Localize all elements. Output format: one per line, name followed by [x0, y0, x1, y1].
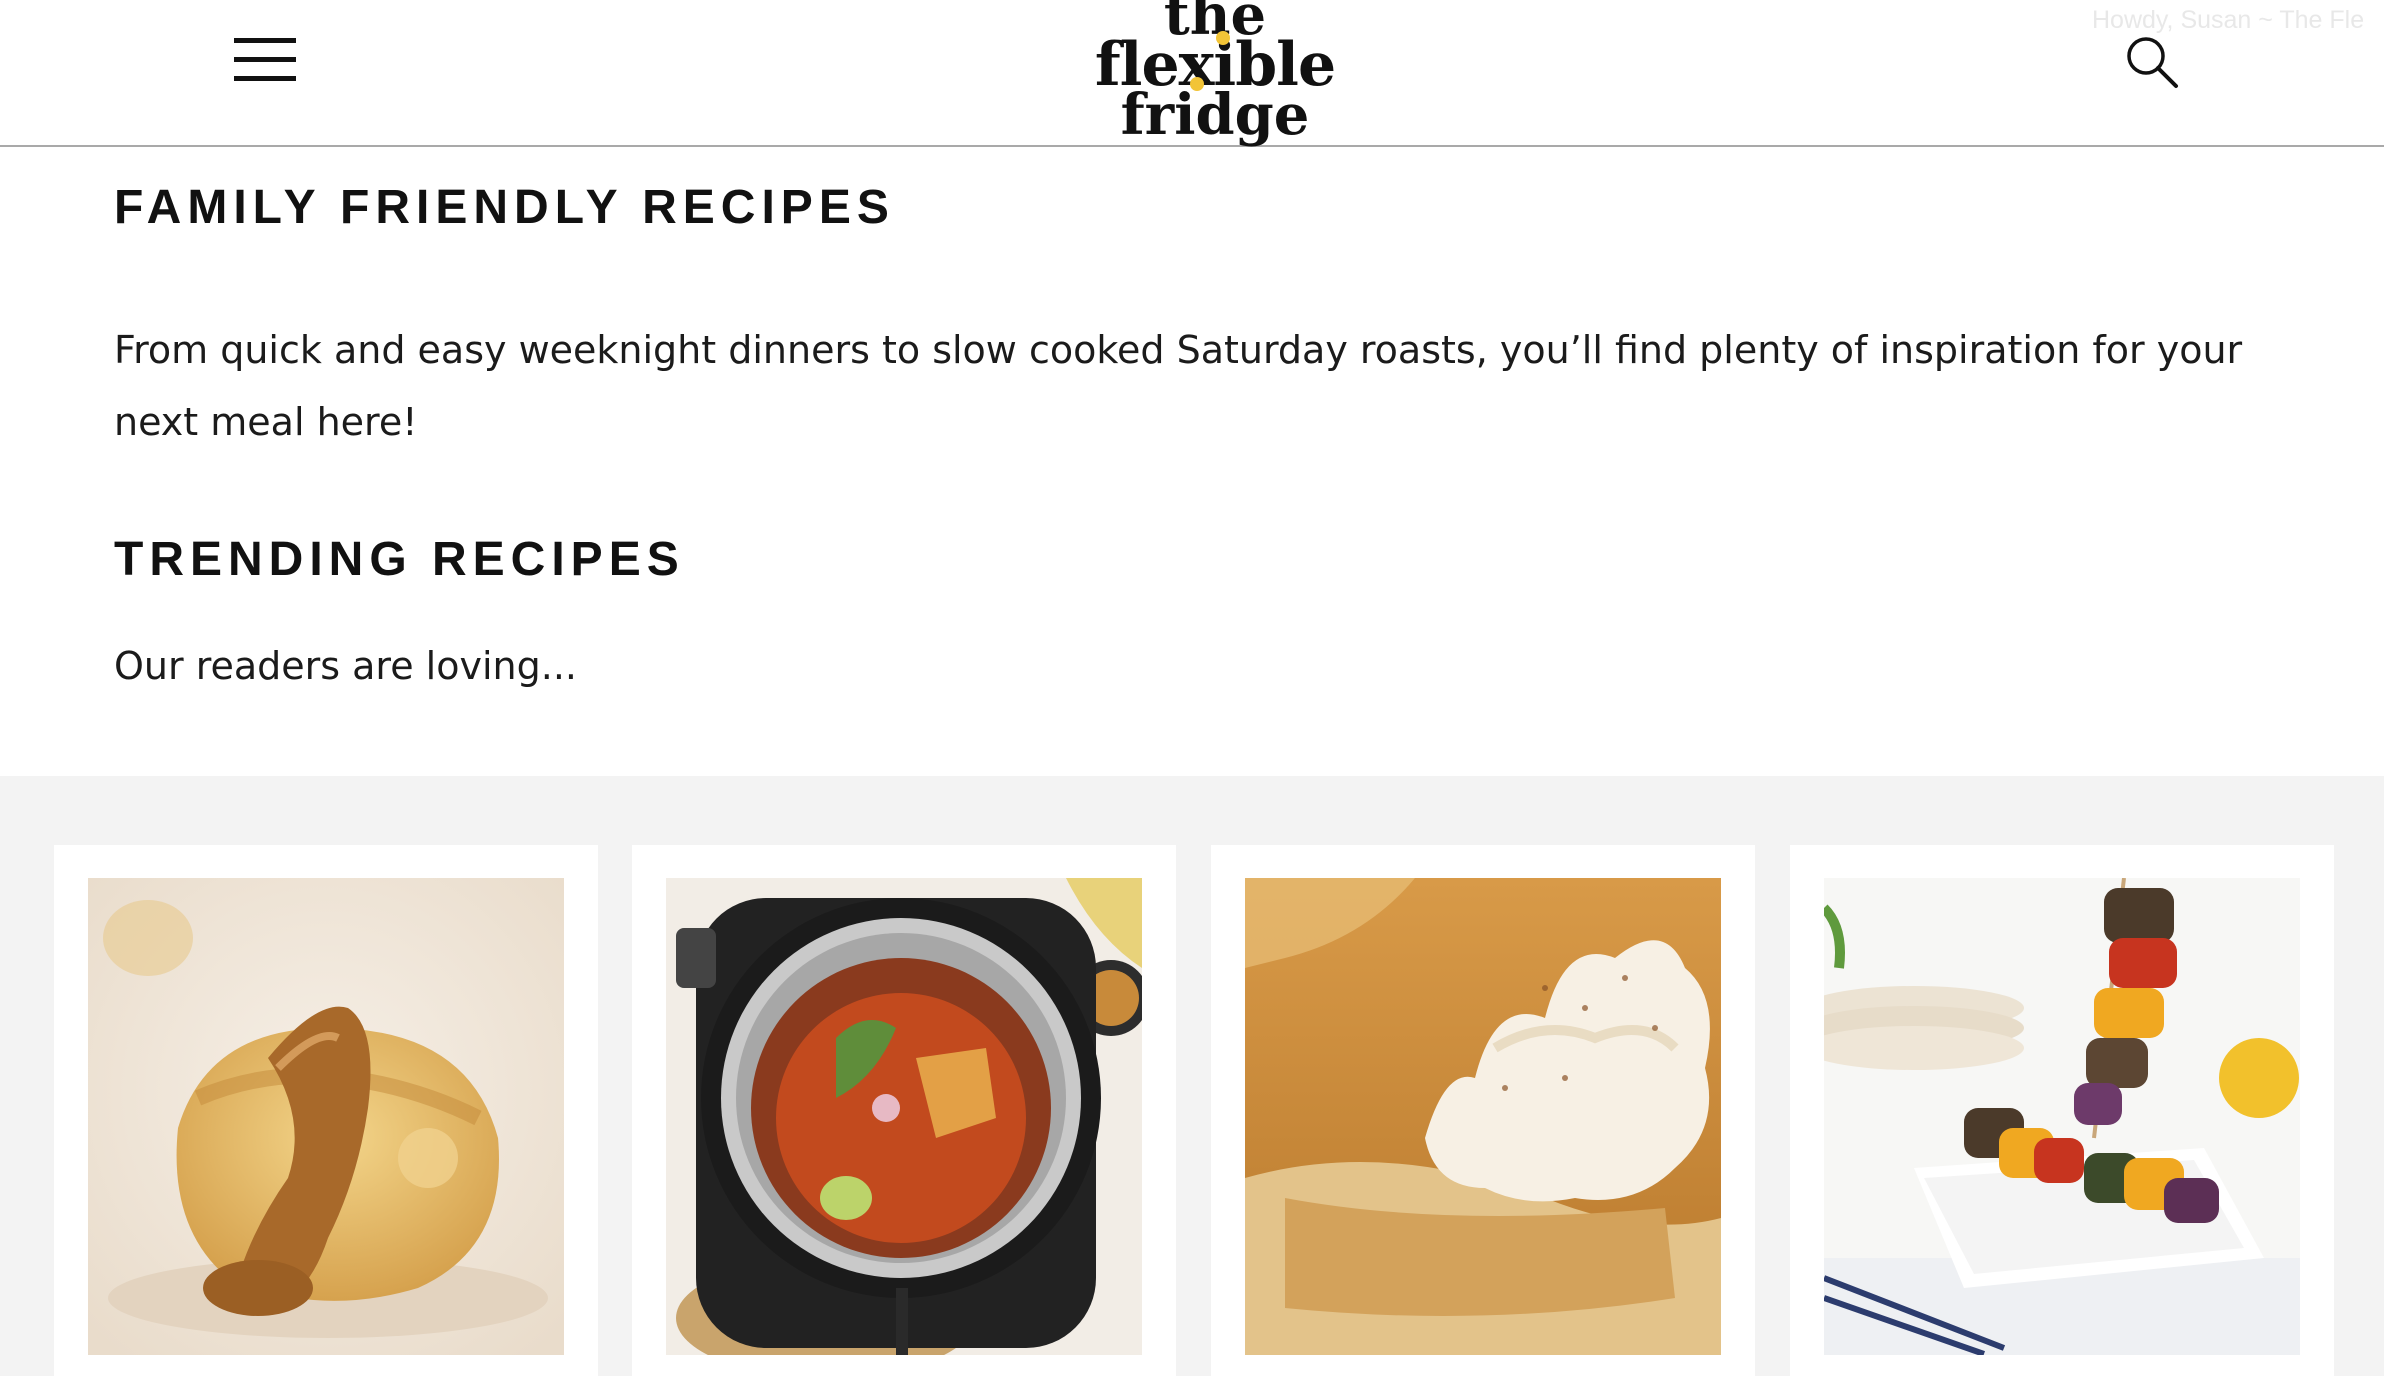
search-icon[interactable] [2124, 34, 2180, 90]
search-glyph [2127, 37, 2178, 88]
recipe-thumbnail[interactable] [88, 878, 564, 1355]
logo-dot [1216, 31, 1230, 45]
menu-bar [234, 76, 296, 81]
kebab-skewers-photo [1824, 878, 2300, 1355]
pumpkin-pie-photo [1245, 878, 1721, 1355]
apple-pie-photo [88, 878, 564, 1355]
logo-dot [1190, 77, 1204, 91]
admin-greeting[interactable]: Howdy, Susan ~ The Fle [2092, 6, 2384, 36]
recipe-card[interactable] [632, 845, 1176, 1376]
trending-heading: TRENDING RECIPES [114, 533, 685, 586]
recipe-thumbnail[interactable] [666, 878, 1142, 1355]
recipe-thumbnail[interactable] [1245, 878, 1721, 1355]
site-logo[interactable]: the flexible fridge [1090, 0, 1340, 148]
menu-bar [234, 57, 296, 62]
recipe-card[interactable] [54, 845, 598, 1376]
site-header: the flexible fridge Howdy, Susan ~ The F… [0, 0, 2384, 147]
tortilla-soup-photo [666, 878, 1142, 1355]
recipe-thumbnail[interactable] [1824, 878, 2300, 1355]
family-friendly-heading: FAMILY FRIENDLY RECIPES [114, 181, 895, 234]
family-friendly-description: From quick and easy weeknight dinners to… [114, 328, 2243, 444]
logo-line-3: fridge [1120, 82, 1310, 148]
recipe-card[interactable] [1790, 845, 2334, 1376]
recipe-card[interactable] [1211, 845, 1755, 1376]
menu-bar [234, 38, 296, 43]
trending-subtitle: Our readers are loving... [114, 644, 577, 688]
hamburger-menu-icon[interactable] [234, 38, 296, 84]
